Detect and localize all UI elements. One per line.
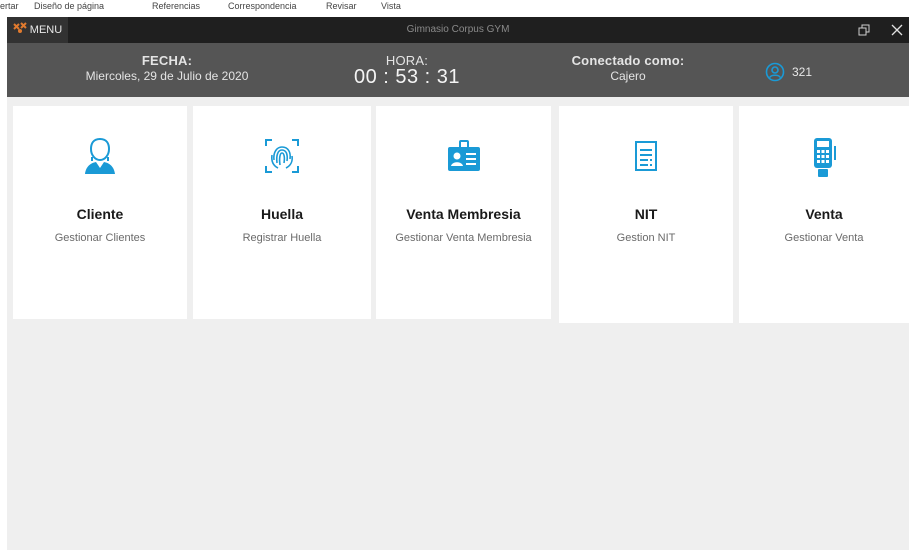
tile-title: Cliente — [76, 206, 124, 222]
info-bar: FECHA: Miercoles, 29 de Julio de 2020 HO… — [7, 43, 909, 97]
user-icon — [85, 137, 115, 174]
tile-nit[interactable]: NIT Gestion NIT — [559, 106, 733, 323]
tile-venta-membresia[interactable]: Venta Membresia Gestionar Venta Membresi… — [376, 106, 551, 319]
user-circle-icon — [765, 62, 785, 82]
ribbon-tab-revisar[interactable]: Revisar — [326, 1, 357, 11]
tile-subtitle: Registrar Huella — [242, 232, 322, 244]
connected-as-label: Conectado como: — [571, 53, 685, 68]
ribbon-tab-correspondencia[interactable]: Correspondencia — [228, 1, 297, 11]
tile-subtitle: Gestionar Venta — [784, 232, 864, 244]
user-badge[interactable]: 321 — [765, 61, 812, 83]
module-tiles: Cliente Gestionar Clientes Huella Regist… — [7, 97, 909, 357]
id-card-icon — [447, 140, 480, 171]
tile-subtitle: Gestionar Clientes — [54, 232, 146, 244]
time-block: HORA: 00 : 53 : 31 — [337, 53, 477, 89]
user-id: 321 — [792, 65, 813, 79]
connected-as-block: Conectado como: Cajero — [553, 53, 703, 83]
app-window: MENU Gimnasio Corpus GYM FECHA: Miercole… — [7, 17, 909, 550]
content-area — [7, 357, 909, 550]
tile-subtitle: Gestion NIT — [616, 232, 676, 244]
tile-title: Venta — [805, 206, 843, 222]
window-title: Gimnasio Corpus GYM — [406, 24, 510, 35]
tile-title: NIT — [634, 206, 658, 222]
document-icon — [635, 141, 657, 171]
ribbon-tab-referencias[interactable]: Referencias — [152, 1, 200, 11]
fingerprint-icon — [265, 139, 299, 173]
tile-title: Huella — [260, 206, 303, 222]
ribbon-tab-vista[interactable]: Vista — [381, 1, 401, 11]
connected-as-value: Cajero — [610, 69, 646, 83]
restore-icon — [858, 24, 870, 36]
ribbon-tab-diseno[interactable]: Diseño de página — [34, 1, 104, 11]
title-bar: MENU Gimnasio Corpus GYM — [7, 17, 909, 43]
tile-title: Venta Membresia — [406, 206, 521, 222]
date-value: Miercoles, 29 de Julio de 2020 — [85, 69, 249, 83]
date-block: FECHA: Miercoles, 29 de Julio de 2020 — [67, 53, 267, 83]
close-icon — [891, 24, 903, 36]
tile-huella[interactable]: Huella Registrar Huella — [193, 106, 371, 319]
tile-cliente[interactable]: Cliente Gestionar Clientes — [13, 106, 187, 319]
tile-venta[interactable]: Venta Gestionar Venta — [739, 106, 909, 323]
tile-subtitle: Gestionar Venta Membresia — [395, 232, 532, 244]
pos-terminal-icon — [814, 138, 836, 177]
date-label: FECHA: — [141, 53, 193, 68]
time-value: 00 : 53 : 31 — [353, 66, 461, 88]
host-app-ribbon: ertar Diseño de página Referencias Corre… — [0, 0, 909, 17]
ribbon-tab-insertar[interactable]: ertar — [0, 1, 19, 11]
close-window-button[interactable] — [885, 17, 909, 43]
restore-window-button[interactable] — [849, 17, 879, 43]
